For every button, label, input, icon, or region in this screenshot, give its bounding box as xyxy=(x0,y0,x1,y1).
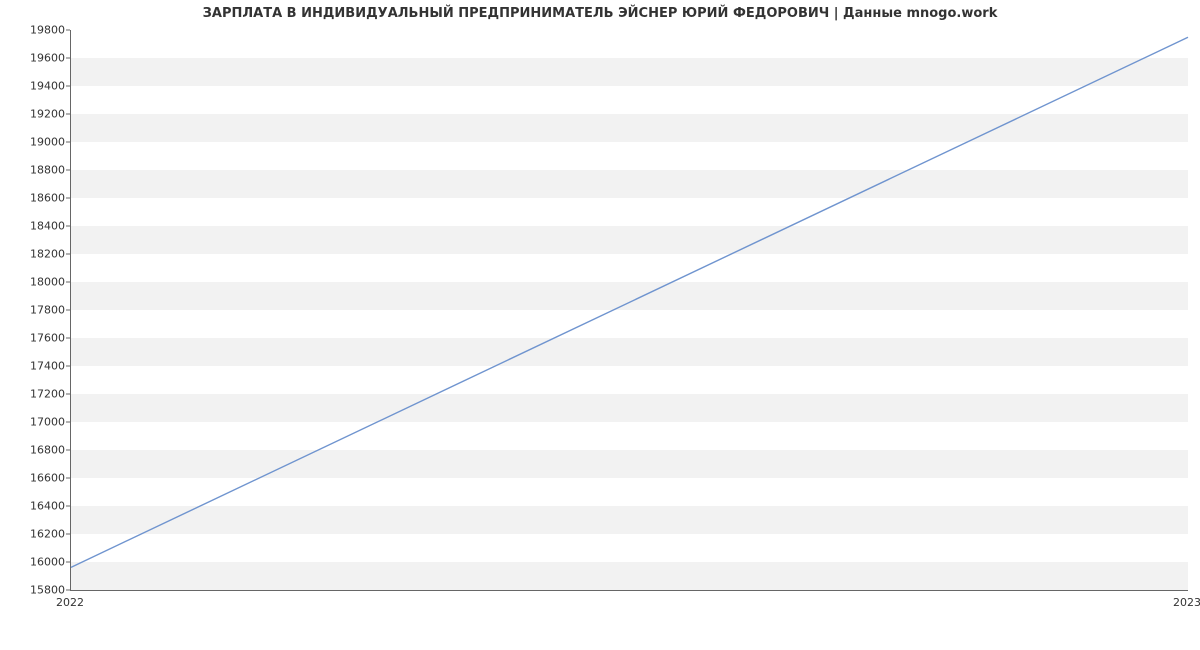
y-tick-label: 18800 xyxy=(10,164,65,177)
chart-container: ЗАРПЛАТА В ИНДИВИДУАЛЬНЫЙ ПРЕДПРИНИМАТЕЛ… xyxy=(0,0,1200,650)
y-tick-mark xyxy=(66,142,70,143)
y-tick-label: 17000 xyxy=(10,416,65,429)
x-tick-label: 2023 xyxy=(1173,596,1200,609)
y-tick-label: 16200 xyxy=(10,528,65,541)
y-tick-label: 19200 xyxy=(10,108,65,121)
y-tick-mark xyxy=(66,562,70,563)
y-tick-mark xyxy=(66,86,70,87)
y-tick-mark xyxy=(66,394,70,395)
y-tick-label: 16600 xyxy=(10,472,65,485)
y-tick-label: 16800 xyxy=(10,444,65,457)
y-tick-mark xyxy=(66,226,70,227)
y-tick-label: 17200 xyxy=(10,388,65,401)
y-tick-label: 19000 xyxy=(10,136,65,149)
y-tick-label: 16400 xyxy=(10,500,65,513)
y-tick-label: 19800 xyxy=(10,24,65,37)
y-tick-mark xyxy=(66,198,70,199)
y-tick-label: 17600 xyxy=(10,332,65,345)
y-tick-mark xyxy=(66,114,70,115)
y-tick-mark xyxy=(66,310,70,311)
y-tick-mark xyxy=(66,534,70,535)
y-tick-label: 19400 xyxy=(10,80,65,93)
y-tick-label: 19600 xyxy=(10,52,65,65)
y-tick-label: 18600 xyxy=(10,192,65,205)
y-tick-mark xyxy=(66,506,70,507)
y-tick-mark xyxy=(66,478,70,479)
y-tick-mark xyxy=(66,30,70,31)
plot-area xyxy=(70,30,1188,591)
y-tick-label: 15800 xyxy=(10,584,65,597)
series-layer xyxy=(71,30,1188,590)
y-tick-mark xyxy=(66,590,70,591)
y-tick-mark xyxy=(66,254,70,255)
y-tick-mark xyxy=(66,366,70,367)
y-tick-label: 18200 xyxy=(10,248,65,261)
y-tick-mark xyxy=(66,58,70,59)
y-tick-label: 18400 xyxy=(10,220,65,233)
y-tick-label: 17400 xyxy=(10,360,65,373)
y-tick-label: 16000 xyxy=(10,556,65,569)
series-line xyxy=(71,37,1188,567)
x-tick-label: 2022 xyxy=(56,596,84,609)
y-tick-mark xyxy=(66,338,70,339)
y-tick-mark xyxy=(66,282,70,283)
y-tick-label: 18000 xyxy=(10,276,65,289)
y-tick-label: 17800 xyxy=(10,304,65,317)
y-tick-mark xyxy=(66,450,70,451)
y-tick-mark xyxy=(66,170,70,171)
y-tick-mark xyxy=(66,422,70,423)
chart-title: ЗАРПЛАТА В ИНДИВИДУАЛЬНЫЙ ПРЕДПРИНИМАТЕЛ… xyxy=(0,6,1200,21)
